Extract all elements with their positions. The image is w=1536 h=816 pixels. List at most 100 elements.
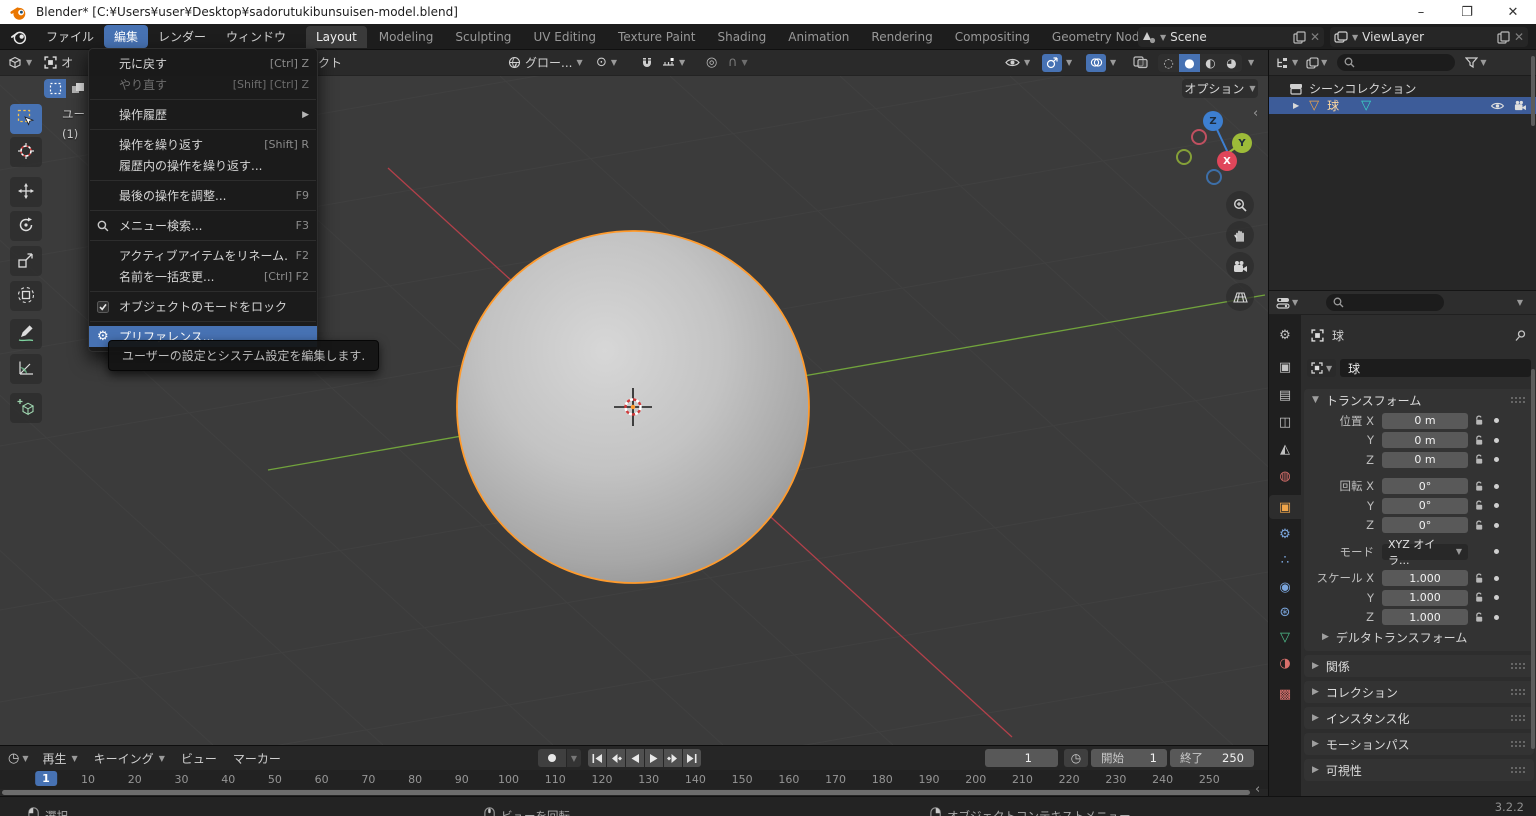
proportional-falloff-dropdown[interactable]: ∩ ▼ bbox=[728, 55, 748, 70]
timeline-collapse-arrow[interactable]: ‹ bbox=[1255, 782, 1260, 797]
animate-dot[interactable] bbox=[1494, 549, 1499, 554]
animate-dot[interactable] bbox=[1494, 457, 1499, 462]
transform-value-field[interactable]: 1.000 bbox=[1382, 609, 1468, 625]
add-cube-tool-button[interactable] bbox=[10, 393, 42, 423]
rotation-mode-dropdown[interactable]: XYZ オイラ...▼ bbox=[1382, 544, 1468, 560]
properties-editor-type-button[interactable]: ▼ bbox=[1276, 297, 1298, 309]
gizmo-z-axis[interactable]: Z bbox=[1203, 111, 1223, 131]
mode-selector[interactable]: オ bbox=[44, 54, 73, 71]
transform-value-field[interactable]: 1.000 bbox=[1382, 590, 1468, 606]
close-button[interactable]: ✕ bbox=[1490, 0, 1536, 24]
panel-grip[interactable] bbox=[1510, 740, 1526, 748]
view-layer-selector[interactable]: ▼ ViewLayer ✕ bbox=[1330, 27, 1528, 47]
workspace-tab-texture-paint[interactable]: Texture Paint bbox=[608, 26, 705, 48]
measure-tool-button[interactable] bbox=[10, 354, 42, 384]
snap-target-dropdown[interactable]: ▼ bbox=[662, 56, 685, 69]
workspace-tab-rendering[interactable]: Rendering bbox=[861, 26, 942, 48]
minimize-button[interactable]: – bbox=[1398, 0, 1444, 24]
animate-dot[interactable] bbox=[1494, 418, 1499, 423]
object-properties-tab[interactable]: ▣ bbox=[1269, 495, 1301, 519]
unlock-icon[interactable] bbox=[1474, 500, 1484, 511]
particles-properties-tab[interactable]: ∴ bbox=[1269, 548, 1301, 572]
use-preview-range-button[interactable]: ◷ bbox=[1064, 749, 1088, 767]
timeline-menu-キーイング[interactable]: キーイング▼ bbox=[86, 748, 173, 769]
physics-properties-tab[interactable]: ◉ bbox=[1269, 575, 1301, 599]
panel-grip[interactable] bbox=[1510, 396, 1526, 404]
select-mode-new-button[interactable] bbox=[44, 79, 66, 98]
transform-value-field[interactable]: 1.000 bbox=[1382, 570, 1468, 586]
unlock-icon[interactable] bbox=[1474, 573, 1484, 584]
options-button[interactable]: オプション ▼ bbox=[1182, 79, 1258, 98]
panel-3[interactable]: ▶モーションパス bbox=[1304, 733, 1534, 755]
perspective-toggle-button[interactable] bbox=[1226, 283, 1254, 311]
proportional-editing-toggle[interactable]: ◎ bbox=[706, 55, 717, 70]
panel-4[interactable]: ▶可視性 bbox=[1304, 759, 1534, 781]
unlock-icon[interactable] bbox=[1474, 612, 1484, 623]
panel-header[interactable]: ▶モーションパス bbox=[1304, 733, 1534, 755]
transform-value-field[interactable]: 0 m bbox=[1382, 432, 1468, 448]
play-button[interactable] bbox=[645, 749, 663, 767]
timeline-menu-再生[interactable]: 再生▼ bbox=[35, 748, 86, 769]
box-select-tool-button[interactable] bbox=[10, 104, 42, 134]
overlays-toggle[interactable] bbox=[1086, 54, 1106, 72]
next-keyframe-button[interactable] bbox=[664, 749, 682, 767]
edit-menu-item-1[interactable]: やり直す[Shift] [Ctrl] Z bbox=[89, 74, 317, 95]
select-mode-extend-button[interactable] bbox=[67, 79, 89, 98]
unlock-icon[interactable] bbox=[1474, 592, 1484, 603]
disable-render-camera-icon[interactable] bbox=[1513, 100, 1527, 111]
unlock-icon[interactable] bbox=[1474, 415, 1484, 426]
animate-dot[interactable] bbox=[1494, 576, 1499, 581]
chevron-down-icon[interactable]: ▼ bbox=[1110, 58, 1116, 67]
outliner-filter-dropdown[interactable]: ▼ bbox=[1306, 57, 1327, 69]
edit-menu-item-10[interactable]: メニュー検索...F3 bbox=[89, 215, 317, 236]
current-frame-field[interactable]: 1 bbox=[985, 749, 1058, 767]
timeline-scrollbar[interactable] bbox=[2, 790, 1250, 795]
zoom-button[interactable] bbox=[1226, 191, 1254, 219]
texture-properties-tab[interactable]: ▩ bbox=[1269, 682, 1301, 706]
annotate-tool-button[interactable] bbox=[10, 319, 42, 349]
output-properties-tab[interactable]: ▤ bbox=[1269, 383, 1301, 407]
transform-value-field[interactable]: 0° bbox=[1382, 517, 1468, 533]
outliner-scrollbar[interactable] bbox=[1531, 56, 1535, 126]
menu-ファイル[interactable]: ファイル bbox=[36, 25, 104, 48]
visibility-dropdown[interactable]: ▼ bbox=[1005, 57, 1030, 68]
expand-arrow-icon[interactable]: ▶ bbox=[1293, 101, 1299, 110]
panel-header[interactable]: ▶関係 bbox=[1304, 655, 1534, 677]
jump-end-button[interactable] bbox=[683, 749, 701, 767]
menu-編集[interactable]: 編集 bbox=[104, 25, 148, 48]
scene-properties-tab[interactable]: ◭ bbox=[1269, 437, 1301, 461]
workspace-tab-compositing[interactable]: Compositing bbox=[945, 26, 1040, 48]
move-tool-button[interactable] bbox=[10, 177, 42, 207]
edit-menu-item-15[interactable]: オブジェクトのモードをロック bbox=[89, 296, 317, 317]
transform-value-field[interactable]: 0° bbox=[1382, 478, 1468, 494]
workspace-tab-shading[interactable]: Shading bbox=[707, 26, 776, 48]
pan-button[interactable] bbox=[1226, 221, 1254, 249]
timeline-editor-type-button[interactable]: ◷ ▼ bbox=[8, 751, 29, 766]
animate-dot[interactable] bbox=[1494, 484, 1499, 489]
edit-menu-item-8[interactable]: 最後の操作を調整...F9 bbox=[89, 185, 317, 206]
constraints-properties-tab[interactable]: ⊛ bbox=[1269, 600, 1301, 624]
unlock-icon[interactable] bbox=[1474, 481, 1484, 492]
keying-dropdown[interactable]: ▼ bbox=[567, 749, 581, 767]
gizmo-y-axis[interactable]: Y bbox=[1232, 133, 1252, 153]
delta-transform-subpanel[interactable]: ▶ デルタトランスフォーム bbox=[1304, 627, 1534, 647]
object-row-selected[interactable]: ▶ ▽ 球 ▽ bbox=[1269, 97, 1536, 114]
play-reverse-button[interactable] bbox=[626, 749, 644, 767]
workspace-tab-uv-editing[interactable]: UV Editing bbox=[523, 26, 606, 48]
shading-rendered-button[interactable]: ◕ bbox=[1221, 54, 1242, 72]
transform-value-field[interactable]: 0 m bbox=[1382, 413, 1468, 429]
unlink-scene-icon[interactable]: ✕ bbox=[1310, 30, 1320, 44]
edit-menu-item-5[interactable]: 操作を繰り返す[Shift] R bbox=[89, 134, 317, 155]
object-menu-fragment[interactable]: クト bbox=[318, 54, 342, 71]
workspace-tab-animation[interactable]: Animation bbox=[778, 26, 859, 48]
animate-dot[interactable] bbox=[1494, 438, 1499, 443]
blender-app-icon[interactable] bbox=[10, 29, 28, 45]
workspace-tab-layout[interactable]: Layout bbox=[306, 26, 367, 48]
animate-dot[interactable] bbox=[1494, 523, 1499, 528]
render-properties-tab[interactable]: ▣ bbox=[1269, 355, 1301, 379]
menu-レンダー[interactable]: レンダー bbox=[148, 25, 216, 48]
gizmo-neg-z-axis[interactable] bbox=[1206, 169, 1222, 185]
gizmo-neg-x-axis[interactable] bbox=[1191, 129, 1207, 145]
current-frame-indicator[interactable]: 1 bbox=[35, 771, 57, 786]
shading-wireframe-button[interactable]: ◌ bbox=[1158, 54, 1179, 72]
